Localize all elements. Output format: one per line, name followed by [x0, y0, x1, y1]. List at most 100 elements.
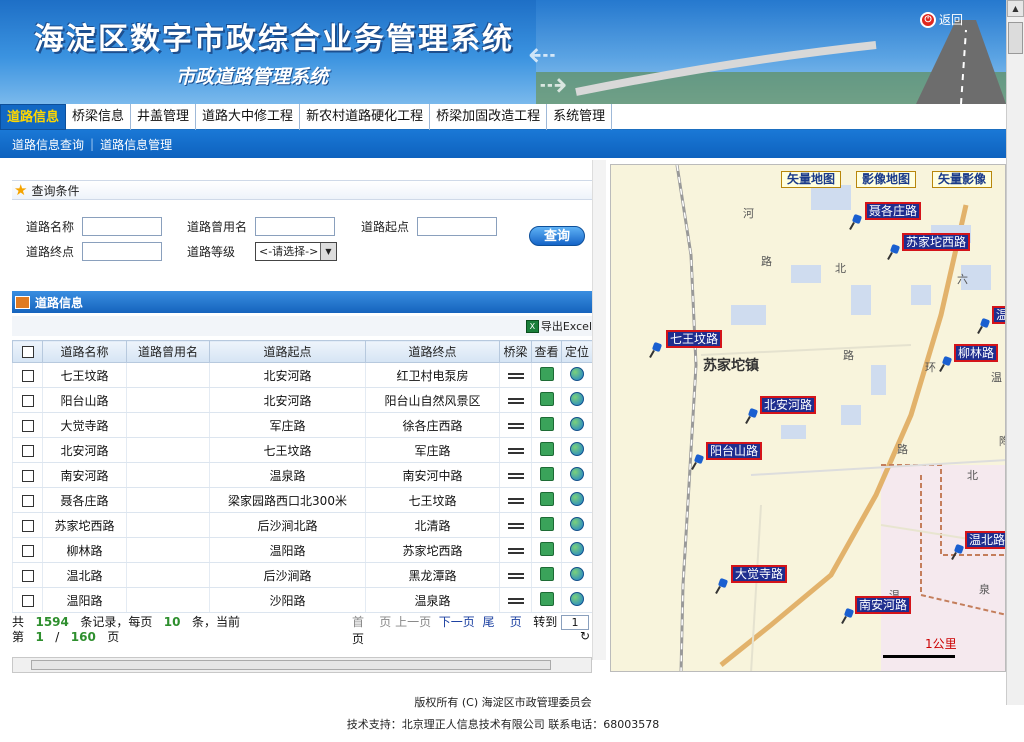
view-icon[interactable] — [531, 537, 562, 563]
tab-road-repair[interactable]: 道路大中修工程 — [196, 104, 301, 130]
map-label-wen[interactable]: 温 — [992, 306, 1005, 324]
view-icon[interactable] — [531, 412, 562, 438]
pager-prev[interactable]: 上一页 — [395, 615, 431, 629]
locate-globe-icon[interactable] — [561, 412, 593, 438]
road-grade-value: <-请选择-> — [259, 245, 319, 258]
bridge-icon[interactable] — [499, 362, 532, 388]
map-view[interactable]: 矢量地图 影像地图 矢量影像 河 路 北 路 六 环 温 路 北 温 泉 陶 苏… — [610, 164, 1006, 672]
locate-globe-icon[interactable] — [561, 437, 593, 463]
row-checkbox[interactable] — [12, 537, 43, 563]
view-icon[interactable] — [531, 487, 562, 513]
view-icon[interactable] — [531, 512, 562, 538]
map-pin-icon[interactable] — [693, 455, 703, 469]
bridge-icon[interactable] — [499, 437, 532, 463]
goto-page-input[interactable]: 1 — [561, 615, 590, 630]
export-bar: X 导出Excel — [12, 316, 592, 336]
road-end-input[interactable] — [82, 242, 162, 261]
tab-bridge-info[interactable]: 桥梁信息 — [66, 104, 132, 130]
view-icon[interactable] — [531, 587, 562, 613]
table-hscrollbar[interactable] — [12, 657, 592, 673]
bridge-icon[interactable] — [499, 537, 532, 563]
row-checkbox[interactable] — [12, 387, 43, 413]
bridge-icon[interactable] — [499, 487, 532, 513]
map-label-niegezhuang[interactable]: 聂各庄路 — [865, 202, 922, 220]
map-label-dajuesi[interactable]: 大觉寺路 — [731, 565, 788, 583]
road-name-input[interactable] — [82, 217, 162, 236]
hscroll-thumb[interactable] — [31, 660, 551, 670]
bridge-icon[interactable] — [499, 462, 532, 488]
subnav-road-query[interactable]: 道路信息查询 — [8, 136, 88, 153]
row-checkbox[interactable] — [12, 512, 43, 538]
cell-end: 徐各庄西路 — [365, 412, 500, 438]
locate-globe-icon[interactable] — [561, 562, 593, 588]
pager-next[interactable]: 下一页 — [439, 615, 475, 629]
table-row: 南安河路 温泉路 南安河中路 — [12, 462, 593, 488]
map-pin-icon[interactable] — [941, 357, 951, 371]
export-excel-button[interactable]: X 导出Excel — [525, 318, 592, 334]
map-pin-icon[interactable] — [747, 409, 757, 423]
former-name-input[interactable] — [255, 217, 335, 236]
row-checkbox[interactable] — [12, 587, 43, 613]
map-label-sujiatuo-west[interactable]: 苏家坨西路 — [902, 233, 971, 251]
tab-system-admin[interactable]: 系统管理 — [547, 104, 613, 130]
map-label-nananhe[interactable]: 南安河路 — [855, 596, 912, 614]
row-checkbox[interactable] — [12, 362, 43, 388]
map-pin-icon[interactable] — [953, 545, 963, 559]
tab-rural-road[interactable]: 新农村道路硬化工程 — [300, 104, 431, 130]
scroll-up-icon[interactable]: ▲ — [1007, 0, 1024, 17]
row-checkbox[interactable] — [12, 487, 43, 513]
map-label-beianhe[interactable]: 北安河路 — [760, 396, 817, 414]
image-map-button[interactable]: 影像地图 — [856, 171, 917, 188]
map-pin-icon[interactable] — [651, 343, 661, 357]
bridge-icon[interactable] — [499, 387, 532, 413]
locate-globe-icon[interactable] — [561, 537, 593, 563]
view-icon[interactable] — [531, 362, 562, 388]
refresh-icon[interactable]: ↻ — [580, 629, 590, 643]
tab-road-info[interactable]: 道路信息 — [0, 104, 67, 130]
map-label-liulin[interactable]: 柳林路 — [954, 344, 999, 362]
vector-image-button[interactable]: 矢量影像 — [932, 171, 993, 188]
page-scrollbar[interactable]: ▲ — [1006, 0, 1024, 705]
road-start-input[interactable] — [417, 217, 497, 236]
row-checkbox[interactable] — [12, 562, 43, 588]
locate-globe-icon[interactable] — [561, 487, 593, 513]
map-pin-icon[interactable] — [889, 245, 899, 259]
tab-bridge-reinforce[interactable]: 桥梁加固改造工程 — [430, 104, 548, 130]
subnav-road-manage[interactable]: 道路信息管理 — [96, 136, 176, 153]
locate-globe-icon[interactable] — [561, 387, 593, 413]
map-label-yangtaishan[interactable]: 阳台山路 — [706, 442, 763, 460]
vector-map-button[interactable]: 矢量地图 — [781, 171, 842, 188]
bridge-icon[interactable] — [499, 512, 532, 538]
search-button[interactable]: 查询 — [529, 226, 585, 246]
view-icon[interactable] — [531, 437, 562, 463]
tab-manhole[interactable]: 井盖管理 — [131, 104, 197, 130]
bridge-icon[interactable] — [499, 562, 532, 588]
return-button[interactable]: ⏻ 返回 — [920, 11, 963, 28]
row-checkbox[interactable] — [12, 437, 43, 463]
pager-first[interactable]: 首 — [352, 615, 364, 629]
map-pin-icon[interactable] — [979, 319, 989, 333]
view-icon[interactable] — [531, 562, 562, 588]
scroll-thumb[interactable] — [1008, 22, 1023, 54]
map-pin-icon[interactable] — [843, 609, 853, 623]
pager-last[interactable]: 尾 — [482, 615, 494, 629]
row-checkbox[interactable] — [12, 412, 43, 438]
bridge-icon[interactable] — [499, 587, 532, 613]
locate-globe-icon[interactable] — [561, 512, 593, 538]
left-panel-scrollbar[interactable] — [592, 160, 606, 660]
view-icon[interactable] — [531, 462, 562, 488]
col-start: 道路起点 — [209, 340, 366, 363]
map-label-qiwangfen[interactable]: 七王坟路 — [666, 330, 723, 348]
road-grade-select[interactable]: <-请选择-> ▼ — [255, 242, 337, 261]
row-checkbox[interactable] — [12, 462, 43, 488]
locate-globe-icon[interactable] — [561, 362, 593, 388]
select-all-checkbox[interactable] — [12, 340, 43, 363]
bridge-icon[interactable] — [499, 412, 532, 438]
map-pin-icon[interactable] — [851, 215, 861, 229]
query-header: ★ 查询条件 — [12, 180, 592, 200]
locate-globe-icon[interactable] — [561, 587, 593, 613]
view-icon[interactable] — [531, 387, 562, 413]
map-label-wenbei[interactable]: 温北路 — [965, 531, 1005, 549]
locate-globe-icon[interactable] — [561, 462, 593, 488]
map-pin-icon[interactable] — [717, 579, 727, 593]
